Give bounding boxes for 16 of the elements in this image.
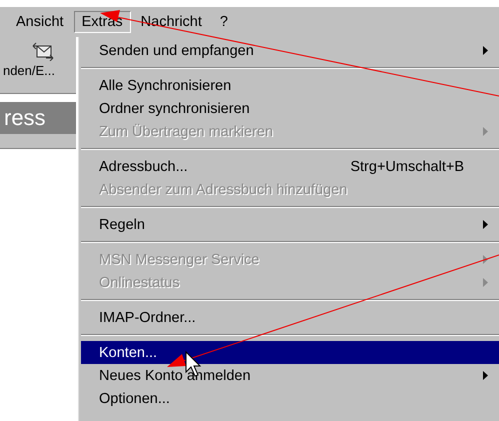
menu-item[interactable]: Alle Synchronisieren bbox=[81, 74, 499, 97]
menu-title[interactable]: ? bbox=[212, 11, 236, 33]
menu-item[interactable]: Adressbuch... Strg+Umschalt+B bbox=[81, 155, 499, 178]
menu-title[interactable]: Ansicht bbox=[8, 11, 72, 33]
menu-item[interactable]: Konten... bbox=[81, 341, 499, 364]
menu-item[interactable]: IMAP-Ordner... bbox=[81, 306, 499, 329]
menu-item[interactable]: Senden und empfangen bbox=[81, 39, 499, 62]
menu-item[interactable]: Ordner synchronisieren bbox=[81, 97, 499, 120]
envelope-arrows-icon bbox=[32, 41, 54, 61]
send-receive-button[interactable]: nden/E... bbox=[0, 37, 76, 78]
menu-item[interactable]: Regeln bbox=[81, 213, 499, 236]
banner-title: ress bbox=[3, 105, 46, 131]
menu-item[interactable]: Neues Konto anmelden bbox=[81, 364, 499, 387]
menu-item[interactable]: Optionen... bbox=[81, 387, 499, 410]
menu-title[interactable]: Extras bbox=[74, 11, 131, 33]
menu-title[interactable]: Nachricht bbox=[132, 11, 210, 33]
